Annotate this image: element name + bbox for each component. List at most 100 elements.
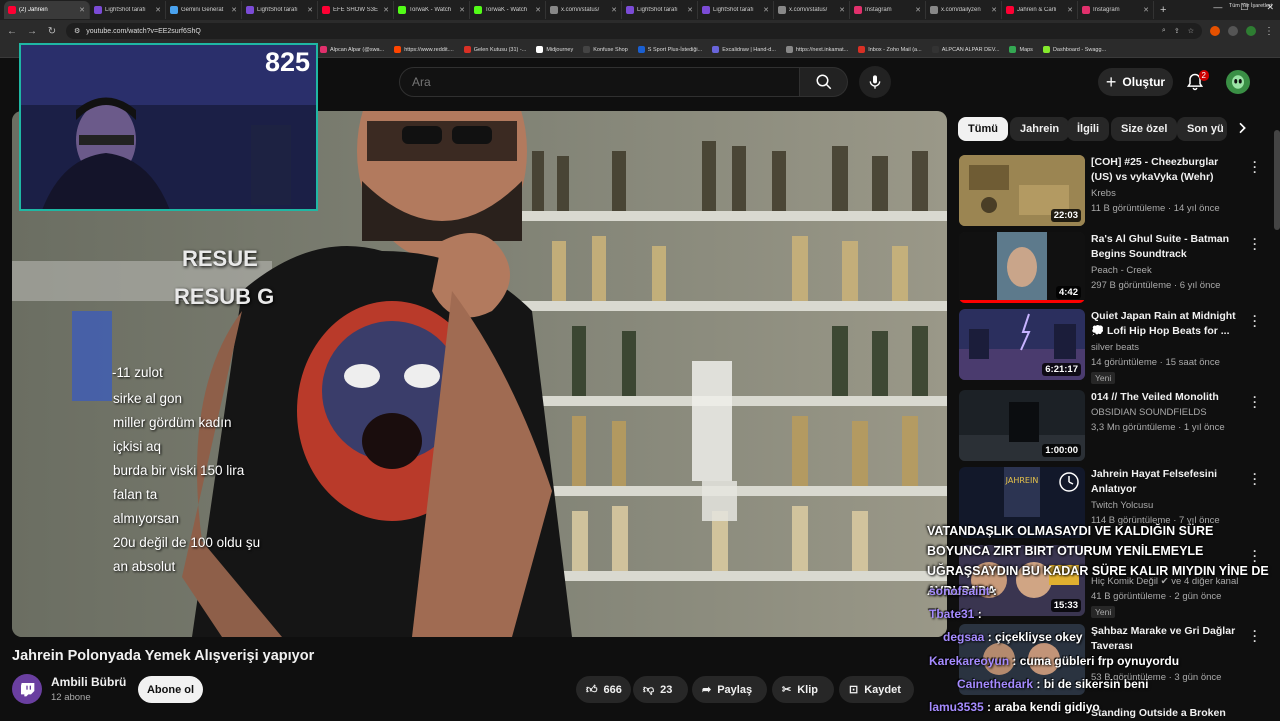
forward-icon[interactable]: →	[26, 26, 38, 37]
close-tab-icon[interactable]: ✕	[839, 6, 845, 14]
browser-tab[interactable]: Instagram ✕	[1078, 1, 1154, 19]
browser-tab[interactable]: LightShot tarafı ✕	[622, 1, 698, 19]
bookmark-item[interactable]: Midjourney	[536, 46, 573, 53]
recommendation-channel[interactable]: Peach - Creek	[1091, 265, 1152, 276]
browser-tab[interactable]: x.com/i/status/ ✕	[546, 1, 622, 19]
recommendation-title[interactable]: Quiet Japan Rain at Midnight 💭 Lofi Hip …	[1091, 309, 1236, 339]
channel-name[interactable]: Ambili Bübrü	[51, 675, 126, 689]
close-tab-icon[interactable]: ✕	[1067, 6, 1073, 14]
bookmark-star-icon[interactable]: ☆	[1188, 27, 1194, 35]
recommendation-thumbnail[interactable]: 4:42	[959, 232, 1085, 303]
more-options-icon[interactable]: · · ·	[1250, 468, 1260, 490]
bookmark-item[interactable]: Konfuse Shop	[583, 46, 628, 53]
recommendation-title[interactable]: [COH] #25 - Cheezburglar (US) vs vykaVyk…	[1091, 155, 1236, 185]
back-icon[interactable]: ←	[6, 26, 18, 37]
recommendation-title[interactable]: Şahbaz Marake ve Gri Dağlar Taverası	[1091, 624, 1236, 654]
clip-button[interactable]: ✂ Klip	[772, 676, 834, 703]
close-tab-icon[interactable]: ✕	[383, 6, 389, 14]
recommendation-channel[interactable]: Twitch Yolcusu	[1091, 500, 1153, 511]
bookmark-item[interactable]: Dashboard - Swagg...	[1042, 46, 1106, 53]
recommendation-title[interactable]: Standing Outside a Broken	[1091, 706, 1236, 721]
search-input[interactable]	[412, 75, 799, 89]
chips-next-button[interactable]	[1234, 120, 1250, 141]
close-tab-icon[interactable]: ✕	[763, 6, 769, 14]
recommendation-thumbnail[interactable]: 1:00:00	[959, 390, 1085, 461]
subscribe-button[interactable]: Abone ol	[138, 676, 203, 703]
recommendation-thumbnail[interactable]: 6:21:17	[959, 309, 1085, 380]
close-tab-icon[interactable]: ✕	[79, 6, 85, 14]
close-tab-icon[interactable]: ✕	[307, 6, 313, 14]
chip-all[interactable]: Tümü	[958, 117, 1008, 141]
bookmark-item[interactable]: Gelen Kutusu (31) -...	[463, 46, 526, 53]
recommendation-title[interactable]: Jahrein Hayat Felsefesini Anlatıyor	[1091, 467, 1236, 497]
like-button[interactable]: 👍︎ 666	[576, 676, 631, 703]
save-button[interactable]: ⊡ Kaydet	[839, 676, 914, 703]
bookmark-item[interactable]: ALPCAN ALPAR DEV...	[931, 46, 999, 53]
close-tab-icon[interactable]: ✕	[611, 6, 617, 14]
voice-search-button[interactable]	[859, 66, 891, 98]
recommendation-title[interactable]: 014 // The Veiled Monolith	[1091, 390, 1236, 405]
close-tab-icon[interactable]: ✕	[991, 6, 997, 14]
search-button[interactable]	[800, 67, 848, 97]
reload-icon[interactable]: ↻	[46, 26, 58, 37]
bookmark-item[interactable]: Excalidraw | Hand-d...	[712, 46, 776, 53]
notifications-button[interactable]: 2	[1183, 70, 1209, 94]
recommendation-channel[interactable]: Krebs	[1091, 188, 1116, 199]
close-tab-icon[interactable]: ✕	[231, 6, 237, 14]
scrollbar[interactable]	[1274, 130, 1280, 230]
menu-icon[interactable]: ⋮	[1264, 26, 1274, 37]
bookmark-item[interactable]: Inbox - Zoho Mail (a...	[858, 46, 922, 53]
new-tab-button[interactable]: +	[1160, 4, 1166, 16]
more-options-icon[interactable]: · · ·	[1250, 156, 1260, 178]
extension-icon[interactable]	[1210, 26, 1220, 36]
chip-related[interactable]: İlgili	[1067, 117, 1109, 141]
browser-tab[interactable]: Jahrein & Carli ✕	[1002, 1, 1078, 19]
chip-jahrein[interactable]: Jahrein	[1010, 117, 1070, 141]
close-tab-icon[interactable]: ✕	[915, 6, 921, 14]
bookmark-item[interactable]: S Sport Plus-İstediği...	[637, 46, 702, 53]
channel-avatar[interactable]	[12, 674, 42, 704]
dislike-button[interactable]: 👎︎ 23	[633, 676, 688, 703]
browser-tab[interactable]: TorwaK - Watch ✕	[394, 1, 470, 19]
more-options-icon[interactable]: · · ·	[1250, 391, 1260, 413]
browser-tab[interactable]: LightShot tarafı ✕	[698, 1, 774, 19]
url-field[interactable]: ⚙ youtube.com/watch?v=EE2surf6ShQ ⌕ ⇪ ☆	[66, 23, 1202, 39]
bookmark-item[interactable]: https://next.inkamat...	[785, 46, 848, 53]
browser-tab[interactable]: Instagram ✕	[850, 1, 926, 19]
profile-icon[interactable]	[1246, 26, 1256, 36]
create-button[interactable]: + Oluştur	[1098, 68, 1173, 96]
close-tab-icon[interactable]: ✕	[155, 6, 161, 14]
more-options-icon[interactable]: · · ·	[1250, 233, 1260, 255]
bookmark-item[interactable]: Maps	[1009, 46, 1033, 53]
browser-tab[interactable]: Gemini Generat ✕	[166, 1, 242, 19]
site-info-icon[interactable]: ⚙	[74, 27, 80, 35]
browser-tab[interactable]: LightShot tarafı ✕	[90, 1, 166, 19]
close-tab-icon[interactable]: ✕	[535, 6, 541, 14]
more-options-icon[interactable]: · · ·	[1250, 310, 1260, 332]
recommendation-thumbnail[interactable]: 22:03	[959, 155, 1085, 226]
recommendation-channel[interactable]: OBSIDIAN SOUNDFIELDS	[1091, 407, 1207, 418]
browser-tab[interactable]: TorwaK - Watch ✕	[470, 1, 546, 19]
close-tab-icon[interactable]: ✕	[687, 6, 693, 14]
extension-icon[interactable]	[1228, 26, 1238, 36]
browser-tab[interactable]: x.com/dailyzen ✕	[926, 1, 1002, 19]
all-bookmarks[interactable]: Tüm Yer İşaretleri	[1229, 3, 1272, 9]
close-tab-icon[interactable]: ✕	[1143, 6, 1149, 14]
zoom-icon[interactable]: ⌕	[1162, 27, 1166, 35]
recommendation-channel[interactable]: silver beats	[1091, 342, 1139, 353]
share-url-icon[interactable]: ⇪	[1174, 27, 1180, 35]
browser-tab[interactable]: LightShot tarafı ✕	[242, 1, 318, 19]
recommendation-title[interactable]: Ra's Al Ghul Suite - Batman Begins Sound…	[1091, 232, 1236, 262]
more-options-icon[interactable]: · · ·	[1250, 625, 1260, 647]
browser-tab[interactable]: x.com/i/status/ ✕	[774, 1, 850, 19]
browser-tab[interactable]: (2) Jahrein ✕	[4, 1, 90, 19]
close-tab-icon[interactable]: ✕	[459, 6, 465, 14]
browser-tab[interactable]: EFE SHOW S3E ✕	[318, 1, 394, 19]
chip-recent[interactable]: Son yü	[1177, 117, 1227, 141]
bookmark-item[interactable]: Alpcan Alpar (@swa...	[320, 46, 384, 53]
minimize-icon[interactable]: —	[1213, 2, 1222, 13]
share-button[interactable]: ➦ Paylaş	[692, 676, 767, 703]
bookmark-item[interactable]: https://www.reddit....	[394, 46, 454, 53]
chip-for-you[interactable]: Size özel	[1111, 117, 1178, 141]
account-avatar[interactable]	[1226, 70, 1250, 94]
